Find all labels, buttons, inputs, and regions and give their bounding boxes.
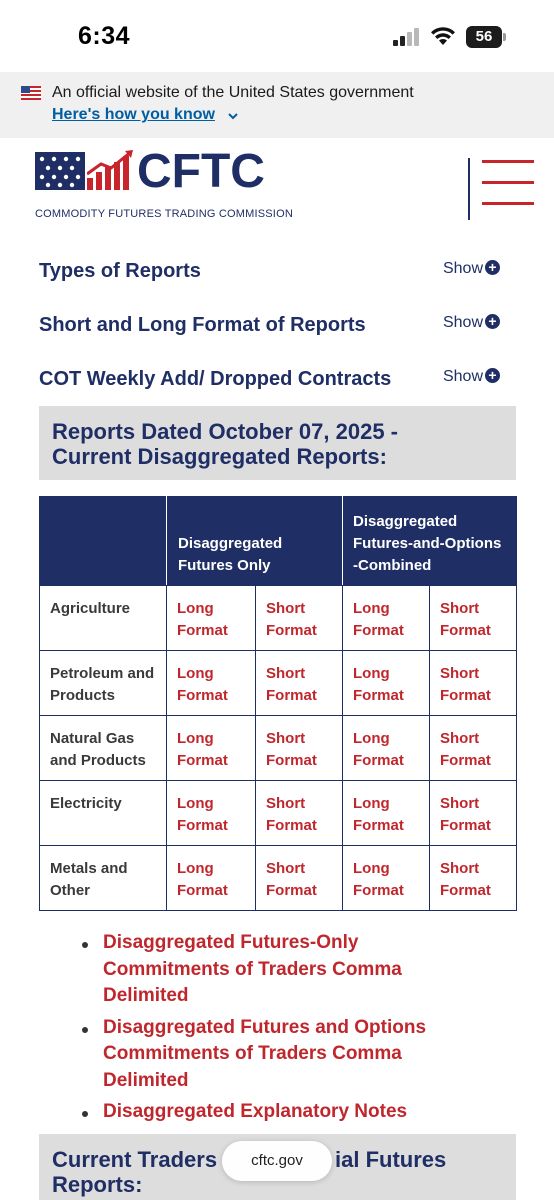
short-format-link-futures-only[interactable]: Short Format: [255, 650, 343, 716]
row-category: Natural Gas and Products: [39, 715, 167, 781]
section-title-line1: Reports Dated October 07, 2025 -: [52, 419, 399, 444]
long-format-link-futures-only[interactable]: Long Format: [166, 715, 256, 781]
section-title-line1-start: Current Traders: [52, 1147, 218, 1172]
row-category: Metals and Other: [39, 845, 167, 911]
long-format-link-futures-only[interactable]: Long Format: [166, 845, 256, 911]
long-format-link-futures-options[interactable]: Long Format: [342, 585, 430, 651]
accordion-cot-weekly-contracts[interactable]: COT Weekly Add/ Dropped Contracts Show +: [39, 368, 509, 408]
accordion-show-toggle[interactable]: Show +: [443, 314, 500, 332]
disaggregated-reports-table: Disaggregated Futures Only Disaggregated…: [39, 496, 517, 911]
plus-circle-icon: +: [485, 368, 500, 383]
long-format-link-futures-only[interactable]: Long Format: [166, 780, 256, 846]
row-category: Petroleum and Products: [39, 650, 167, 716]
us-flag-icon: [21, 86, 41, 100]
download-links-list: Disaggregated Futures-Only Commitments o…: [78, 930, 478, 1131]
gov-banner: An official website of the United States…: [0, 72, 554, 138]
short-format-link-futures-options[interactable]: Short Format: [429, 585, 517, 651]
short-format-link-futures-only[interactable]: Short Format: [255, 845, 343, 911]
logo-subtitle: COMMODITY FUTURES TRADING COMMISSION: [35, 208, 293, 220]
table-row: Petroleum and Products Long Format Short F…: [39, 650, 517, 716]
short-format-link-futures-options[interactable]: Short Format: [429, 845, 517, 911]
section-title-line2: Current Disaggregated Reports:: [52, 444, 387, 469]
accordion-title: Short and Long Format of Reports: [39, 314, 366, 336]
accordion-title: Types of Reports: [39, 260, 201, 282]
wifi-icon: [431, 27, 455, 45]
long-format-link-futures-options[interactable]: Long Format: [342, 715, 430, 781]
status-time: 6:34: [78, 22, 131, 50]
battery-icon: 56: [466, 26, 506, 48]
table-row: Electricity Long Format Short Format Long F…: [39, 780, 517, 846]
table-row: Natural Gas and Products Long Format Short…: [39, 715, 517, 781]
short-format-link-futures-only[interactable]: Short Format: [255, 715, 343, 781]
long-format-link-futures-options[interactable]: Long Format: [342, 650, 430, 716]
cftc-logo[interactable]: CFTC COMMODITY FUTURES TRADING COMMISSIO…: [35, 145, 295, 224]
header-divider: [468, 158, 470, 220]
bar-chart-icon: [87, 150, 133, 190]
url-bar[interactable]: cftc.gov: [222, 1141, 332, 1181]
section-title-line2: Reports:: [52, 1172, 143, 1197]
status-bar: 6:34 56: [0, 0, 554, 72]
section-title-line1-end: ial Futures: [335, 1147, 447, 1172]
chevron-down-icon[interactable]: [226, 109, 240, 123]
long-format-link-futures-options[interactable]: Long Format: [342, 780, 430, 846]
table-header-futures-options: Disaggregated Futures-and-Options -Combi…: [342, 496, 517, 586]
battery-level: 56: [466, 26, 502, 48]
short-format-link-futures-only[interactable]: Short Format: [255, 780, 343, 846]
link-explanatory-notes[interactable]: Disaggregated Explanatory Notes: [78, 1099, 478, 1126]
table-header-blank: [39, 496, 167, 586]
short-format-link-futures-options[interactable]: Short Format: [429, 780, 517, 846]
show-label: Show: [442, 260, 483, 277]
logo-wordmark: CFTC: [137, 145, 265, 198]
short-format-link-futures-only[interactable]: Short Format: [255, 585, 343, 651]
short-format-link-futures-options[interactable]: Short Format: [429, 715, 517, 781]
accordion-short-long-format[interactable]: Short and Long Format of Reports Show +: [39, 314, 509, 354]
link-futures-only-comma-delimited[interactable]: Disaggregated Futures-Only Commitments o…: [78, 930, 478, 1010]
accordion-types-of-reports[interactable]: Types of Reports Show +: [39, 260, 509, 300]
row-category: Agriculture: [39, 585, 167, 651]
accordion-title: COT Weekly Add/ Dropped Contracts: [39, 368, 392, 390]
long-format-link-futures-options[interactable]: Long Format: [342, 845, 430, 911]
link-futures-options-comma-delimited[interactable]: Disaggregated Futures and Options Commit…: [78, 1015, 478, 1095]
row-category: Electricity: [39, 780, 167, 846]
show-label: Show: [442, 314, 483, 331]
stars-icon: [35, 152, 85, 190]
table-row: Metals and Other Long Format Short Format L…: [39, 845, 517, 911]
heres-how-you-know-link[interactable]: Here's how you know: [52, 106, 215, 124]
plus-circle-icon: +: [485, 314, 500, 329]
table-row: Agriculture Long Format Short Format Long F…: [39, 585, 517, 651]
reports-dated-heading: Reports Dated October 07, 2025 - Current…: [39, 406, 516, 480]
cellular-signal-icon: [393, 28, 421, 46]
site-header: CFTC COMMODITY FUTURES TRADING COMMISSIO…: [0, 138, 554, 230]
accordion-show-toggle[interactable]: Show +: [443, 260, 500, 278]
accordion-show-toggle[interactable]: Show +: [443, 368, 500, 386]
gov-banner-text: An official website of the United States…: [52, 84, 414, 101]
short-format-link-futures-options[interactable]: Short Format: [429, 650, 517, 716]
plus-circle-icon: +: [485, 260, 500, 275]
long-format-link-futures-only[interactable]: Long Format: [166, 650, 256, 716]
show-label: Show: [442, 368, 483, 385]
hamburger-menu-icon[interactable]: [482, 160, 534, 208]
long-format-link-futures-only[interactable]: Long Format: [166, 585, 256, 651]
table-header-futures-only: Disaggregated Futures Only: [166, 496, 343, 586]
